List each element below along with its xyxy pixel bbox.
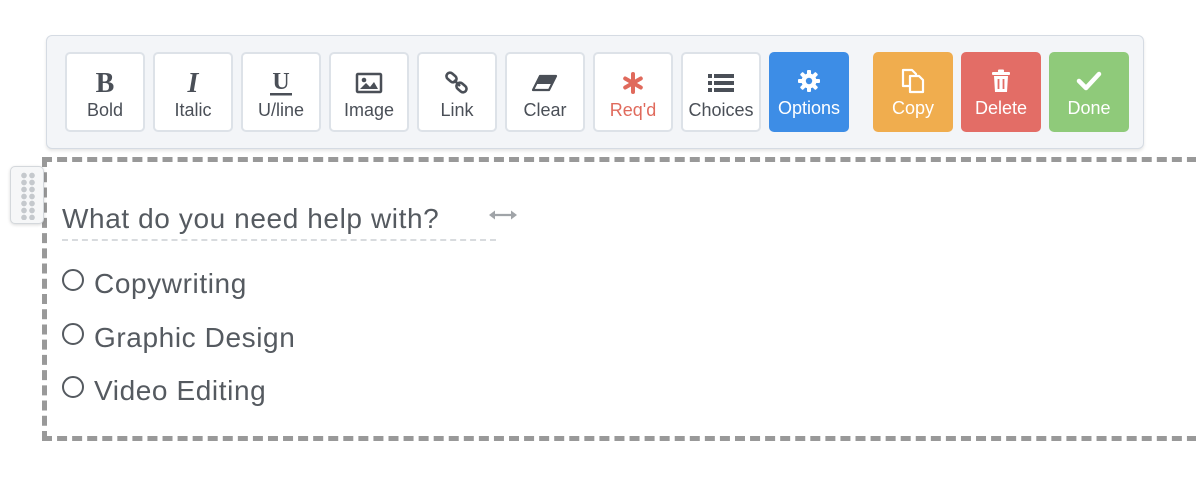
drag-handle[interactable] bbox=[10, 166, 44, 224]
done-label: Done bbox=[1067, 98, 1111, 118]
required-button[interactable]: Req'd bbox=[593, 52, 673, 132]
grip-dots-icon bbox=[20, 172, 36, 220]
underline-label: U/line bbox=[257, 100, 305, 120]
image-button[interactable]: Image bbox=[329, 52, 409, 132]
italic-icon: I bbox=[181, 66, 205, 100]
choice-label: Copywriting bbox=[94, 268, 247, 299]
options-label: Options bbox=[777, 98, 841, 118]
copy-button[interactable]: Copy bbox=[873, 52, 953, 132]
clear-label: Clear bbox=[523, 100, 567, 120]
options-button[interactable]: Options bbox=[769, 52, 849, 132]
copy-icon bbox=[899, 64, 927, 98]
choices-label: Choices bbox=[688, 100, 754, 120]
radio-button[interactable] bbox=[62, 323, 84, 345]
field-toolbar: B Bold I Italic U U/line Image Link Clea… bbox=[46, 35, 1144, 149]
eraser-icon bbox=[530, 66, 560, 100]
check-icon bbox=[1076, 64, 1102, 98]
choice-label: Graphic Design bbox=[94, 322, 296, 353]
choice-option[interactable]: Graphic Design bbox=[62, 322, 295, 354]
done-button[interactable]: Done bbox=[1049, 52, 1129, 132]
resize-horizontal-icon[interactable] bbox=[488, 208, 518, 222]
svg-text:B: B bbox=[96, 70, 115, 96]
italic-button[interactable]: I Italic bbox=[153, 52, 233, 132]
delete-label: Delete bbox=[974, 98, 1028, 118]
required-label: Req'd bbox=[609, 100, 657, 120]
radio-button[interactable] bbox=[62, 269, 84, 291]
question-label[interactable]: What do you need help with? bbox=[62, 203, 496, 241]
asterisk-icon bbox=[621, 66, 645, 100]
link-button[interactable]: Link bbox=[417, 52, 497, 132]
delete-button[interactable]: Delete bbox=[961, 52, 1041, 132]
bold-icon: B bbox=[93, 66, 117, 100]
underline-icon: U bbox=[268, 66, 294, 100]
image-icon bbox=[355, 66, 383, 100]
list-icon bbox=[707, 66, 735, 100]
bold-label: Bold bbox=[86, 100, 124, 120]
trash-icon bbox=[989, 64, 1013, 98]
choice-option[interactable]: Copywriting bbox=[62, 268, 247, 300]
bold-button[interactable]: B Bold bbox=[65, 52, 145, 132]
svg-text:I: I bbox=[187, 70, 200, 96]
choices-button[interactable]: Choices bbox=[681, 52, 761, 132]
clear-button[interactable]: Clear bbox=[505, 52, 585, 132]
radio-button[interactable] bbox=[62, 376, 84, 398]
choice-option[interactable]: Video Editing bbox=[62, 375, 266, 407]
choice-label: Video Editing bbox=[94, 375, 267, 406]
link-icon bbox=[444, 66, 470, 100]
image-label: Image bbox=[343, 100, 395, 120]
italic-label: Italic bbox=[174, 100, 212, 120]
svg-text:U: U bbox=[272, 69, 289, 95]
copy-label: Copy bbox=[891, 98, 935, 118]
link-label: Link bbox=[440, 100, 474, 120]
gear-icon bbox=[796, 64, 822, 98]
underline-button[interactable]: U U/line bbox=[241, 52, 321, 132]
